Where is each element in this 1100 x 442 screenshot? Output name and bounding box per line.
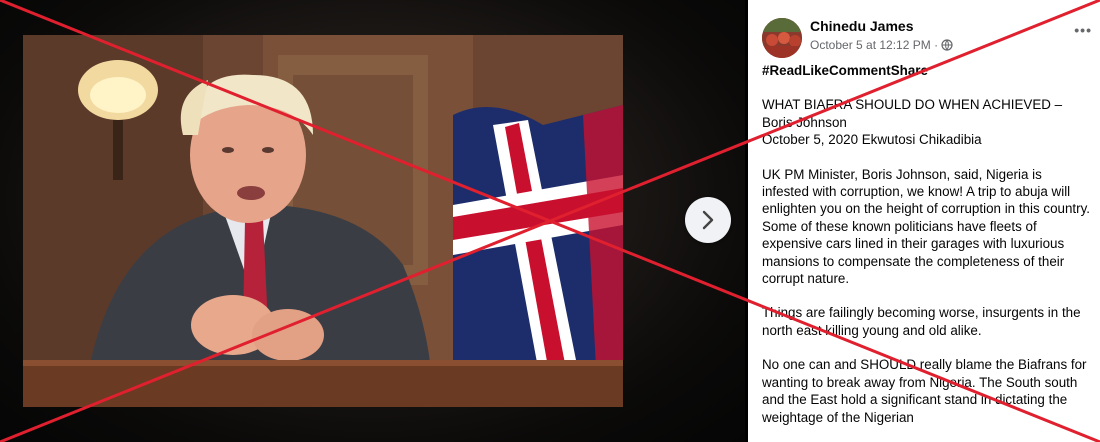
next-photo-button[interactable] xyxy=(685,197,731,243)
globe-icon xyxy=(941,39,953,51)
avatar[interactable] xyxy=(762,18,802,58)
post-photo[interactable] xyxy=(23,35,623,407)
photo-illustration xyxy=(23,35,623,407)
post-header: Chinedu James October 5 at 12:12 PM · ••… xyxy=(762,14,1092,60)
post-text: #ReadLikeCommentShare WHAT BIAFRA SHOULD… xyxy=(762,62,1092,442)
post-timestamp[interactable]: October 5 at 12:12 PM · xyxy=(810,38,938,52)
avatar-image xyxy=(762,18,802,58)
chevron-right-icon xyxy=(702,210,714,230)
author-name[interactable]: Chinedu James xyxy=(810,18,913,34)
post-paragraph-1: WHAT BIAFRA SHOULD DO WHEN ACHIEVED – Bo… xyxy=(762,97,1063,148)
post-meta: October 5 at 12:12 PM · xyxy=(810,38,953,52)
hashtag-link[interactable]: #ReadLikeCommentShare xyxy=(762,63,928,78)
post-paragraph-3: Things are failingly becoming worse, ins… xyxy=(762,305,1081,338)
photo-viewer xyxy=(0,0,745,442)
more-options-button[interactable]: ••• xyxy=(1074,22,1092,38)
post-panel: Chinedu James October 5 at 12:12 PM · ••… xyxy=(748,0,1100,442)
post-paragraph-2: UK PM Minister, Boris Johnson, said, Nig… xyxy=(762,166,1091,287)
post-paragraph-4: No one can and SHOULD really blame the B… xyxy=(762,357,1087,425)
